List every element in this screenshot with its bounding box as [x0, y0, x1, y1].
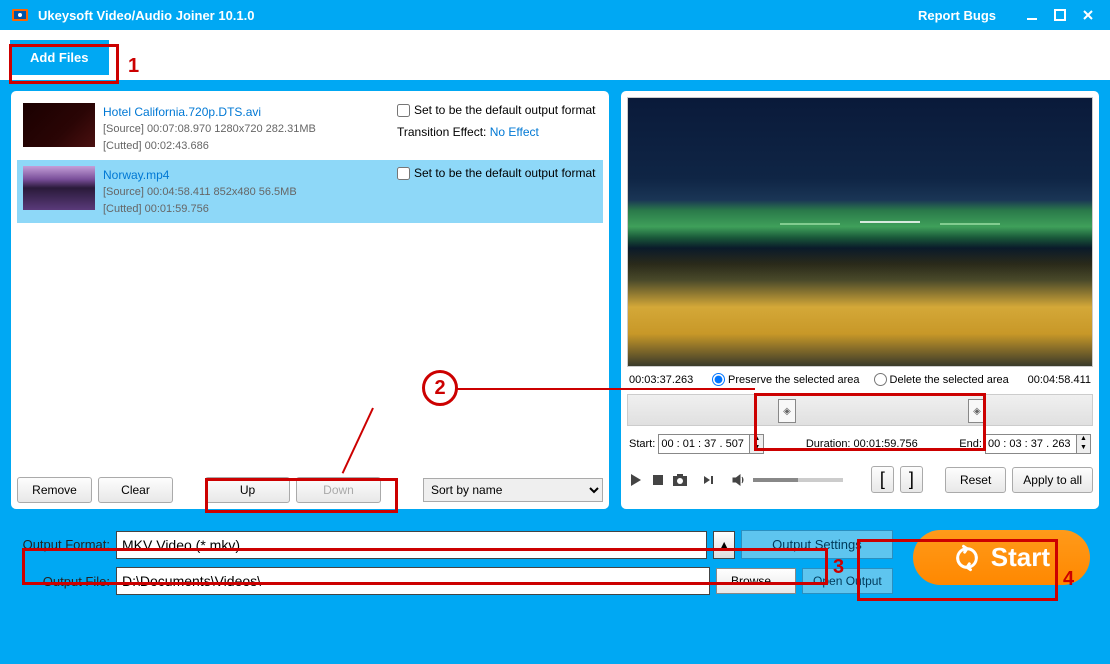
file-name: Hotel California.720p.DTS.avi	[103, 103, 389, 121]
file-options: Set to be the default output format	[397, 166, 597, 217]
reset-button[interactable]: Reset	[945, 467, 1006, 493]
output-format-label: Output Format:	[20, 537, 110, 552]
default-format-checkbox[interactable]: Set to be the default output format	[397, 103, 597, 117]
duration-label: Duration: 00:01:59.756	[806, 438, 918, 450]
file-info: Hotel California.720p.DTS.avi [Source] 0…	[103, 103, 389, 154]
apply-all-button[interactable]: Apply to all	[1012, 467, 1093, 493]
file-options: Set to be the default output format Tran…	[397, 103, 597, 154]
preserve-radio[interactable]: Preserve the selected area	[712, 373, 859, 386]
titlebar: Ukeysoft Video/Audio Joiner 10.1.0 Repor…	[0, 0, 1110, 30]
output-format-row: Output Format: ▴ Output Settings	[20, 530, 893, 559]
file-source: [Source] 00:04:58.411 852x480 56.5MB	[103, 184, 389, 201]
stop-icon[interactable]	[651, 473, 665, 487]
volume-slider[interactable]	[753, 478, 843, 482]
clear-button[interactable]: Clear	[98, 477, 173, 503]
output-file-input[interactable]	[116, 567, 710, 595]
play-icon[interactable]	[627, 471, 645, 489]
list-controls: Remove Clear Up Down Sort by name	[17, 477, 603, 503]
file-source: [Source] 00:07:08.970 1280x720 282.31MB	[103, 121, 389, 138]
file-name: Norway.mp4	[103, 166, 389, 184]
add-files-button[interactable]: Add Files	[10, 40, 109, 75]
start-button[interactable]: Start	[913, 530, 1090, 585]
file-list-panel: Hotel California.720p.DTS.avi [Source] 0…	[10, 90, 610, 510]
next-icon[interactable]	[701, 473, 715, 487]
mark-out-button[interactable]: ]	[900, 466, 923, 493]
close-button[interactable]	[1076, 3, 1100, 27]
remove-button[interactable]: Remove	[17, 477, 92, 503]
trim-start-handle[interactable]: ◈	[778, 399, 796, 423]
time-radio-row: 00:03:37.263 Preserve the selected area …	[629, 373, 1091, 386]
output-format-input[interactable]	[116, 531, 707, 559]
default-format-checkbox[interactable]: Set to be the default output format	[397, 166, 597, 180]
file-thumbnail	[23, 166, 95, 210]
transition-link[interactable]: No Effect	[490, 125, 539, 139]
preview-panel: 00:03:37.263 Preserve the selected area …	[620, 90, 1100, 510]
trim-slider[interactable]: ◈ ◈	[627, 394, 1093, 426]
down-button[interactable]: Down	[296, 477, 381, 503]
report-bugs-link[interactable]: Report Bugs	[918, 8, 996, 23]
output-format-dropdown[interactable]: ▴	[713, 531, 735, 559]
app-title: Ukeysoft Video/Audio Joiner 10.1.0	[38, 8, 918, 23]
range-row: Start: ▲▼ Duration: 00:01:59.756 End: ▲▼	[629, 434, 1091, 454]
output-file-label: Output File:	[20, 574, 110, 589]
output-section: Output Format: ▴ Output Settings Output …	[0, 520, 1110, 613]
file-cutted: [Cutted] 00:02:43.686	[103, 138, 389, 155]
maximize-button[interactable]	[1048, 3, 1072, 27]
time-left: 00:03:37.263	[629, 374, 693, 386]
output-settings-button[interactable]: Output Settings	[741, 530, 893, 559]
file-row[interactable]: Hotel California.720p.DTS.avi [Source] 0…	[17, 97, 603, 160]
app-logo-icon	[10, 5, 30, 25]
delete-radio[interactable]: Delete the selected area	[874, 373, 1009, 386]
end-time-input[interactable]: ▲▼	[985, 434, 1091, 454]
file-row[interactable]: Norway.mp4 [Source] 00:04:58.411 852x480…	[17, 160, 603, 223]
transition-effect: Transition Effect: No Effect	[397, 125, 597, 139]
trim-end-handle[interactable]: ◈	[968, 399, 986, 423]
file-thumbnail	[23, 103, 95, 147]
volume-icon[interactable]	[731, 472, 747, 488]
time-right: 00:04:58.411	[1028, 374, 1091, 386]
up-button[interactable]: Up	[205, 477, 290, 503]
output-file-row: Output File: Browse... Open Output	[20, 567, 893, 595]
file-list: Hotel California.720p.DTS.avi [Source] 0…	[17, 97, 603, 471]
file-cutted: [Cutted] 00:01:59.756	[103, 201, 389, 218]
playback-controls: [ ] Reset Apply to all	[627, 466, 1093, 493]
file-info: Norway.mp4 [Source] 00:04:58.411 852x480…	[103, 166, 389, 217]
minimize-button[interactable]	[1020, 3, 1044, 27]
mark-in-button[interactable]: [	[871, 466, 894, 493]
sort-select[interactable]: Sort by name	[423, 478, 603, 502]
snapshot-icon[interactable]	[671, 471, 689, 489]
start-time-input[interactable]: ▲▼	[658, 434, 764, 454]
refresh-icon	[953, 544, 981, 572]
toolbar: Add Files	[0, 30, 1110, 80]
browse-button[interactable]: Browse...	[716, 568, 796, 594]
video-preview[interactable]	[627, 97, 1093, 367]
open-output-button[interactable]: Open Output	[802, 568, 893, 594]
